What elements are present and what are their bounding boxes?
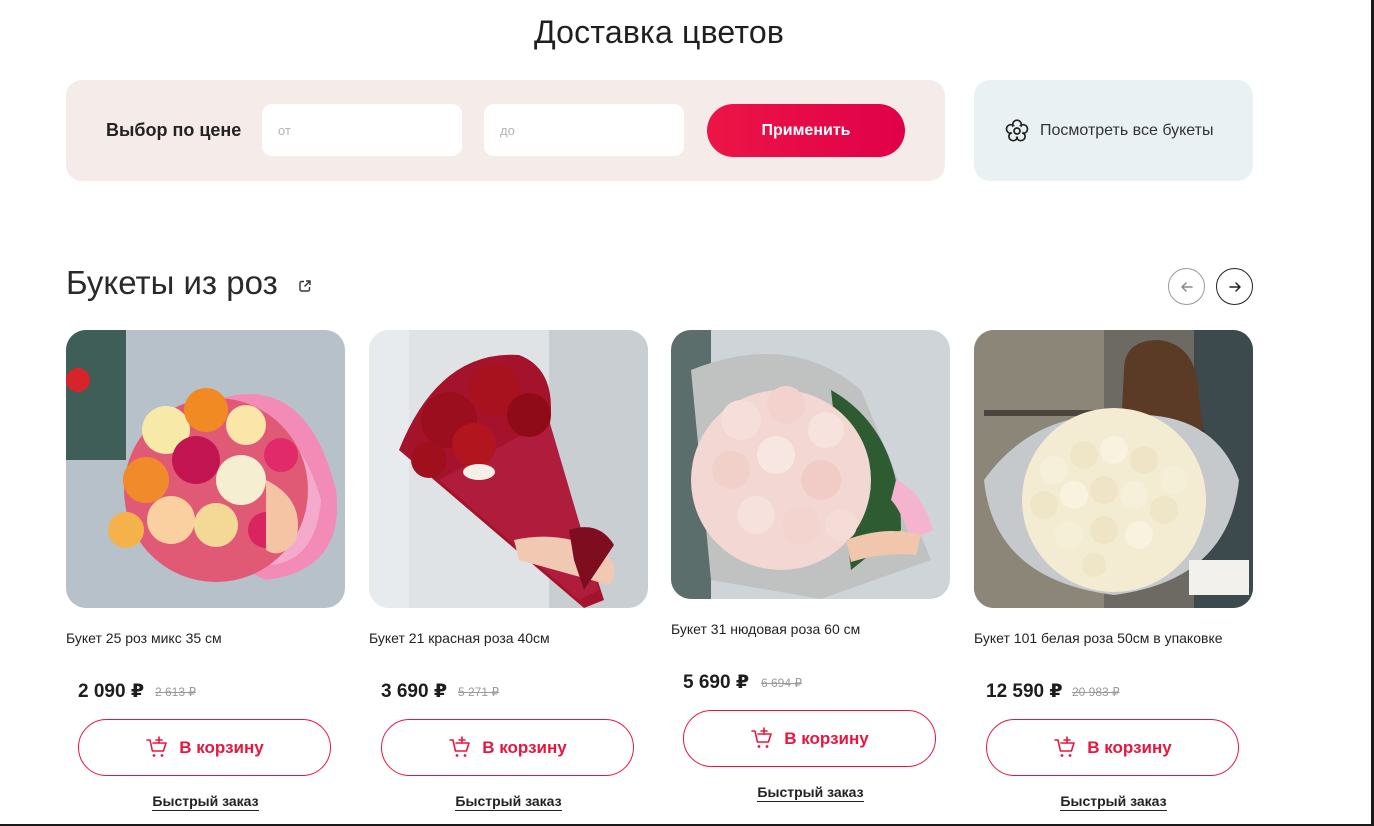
product-price: 3 690 ₽ [381,681,448,702]
quick-order-label: Быстрый заказ [757,784,864,802]
all-bouquets-label: Посмотреть все букеты [1040,121,1214,139]
add-to-cart-button[interactable]: В корзину [986,719,1239,776]
cart-add-icon [449,735,471,757]
carousel-prev-button[interactable] [1168,268,1205,305]
product-card: Букет 21 красная роза 40см 3 690 ₽ 5 271… [369,330,648,811]
quick-order-link[interactable]: Быстрый заказ [66,793,345,811]
product-name[interactable]: Букет 25 роз микс 35 см [66,630,222,646]
add-to-cart-label: В корзину [784,728,869,748]
quick-order-link[interactable]: Быстрый заказ [369,793,648,811]
quick-order-link[interactable]: Быстрый заказ [671,784,950,802]
cart-add-icon [1054,735,1076,757]
apply-price-button[interactable]: Применить [707,104,905,157]
product-name[interactable]: Букет 31 нюдовая роза 60 см [671,621,860,637]
quick-order-label: Быстрый заказ [1060,793,1167,811]
cart-add-icon [146,735,168,757]
cart-add-icon [751,726,773,748]
price-filter-panel: Выбор по цене Применить [66,80,945,181]
section-title[interactable]: Букеты из роз [66,264,278,302]
price-to-input[interactable] [484,104,684,156]
product-photo[interactable] [671,330,950,599]
add-to-cart-label: В корзину [482,737,567,757]
carousel-next-button[interactable] [1216,268,1253,305]
add-to-cart-label: В корзину [1087,737,1172,757]
add-to-cart-button[interactable]: В корзину [683,710,936,767]
price-from-input[interactable] [262,104,462,156]
arrow-right-icon [1228,281,1241,292]
product-card: Букет 31 нюдовая роза 60 см 5 690 ₽ 6 69… [671,330,950,802]
product-card: Букет 101 белая роза 50см в упаковке 12 … [974,330,1253,811]
add-to-cart-label: В корзину [179,737,264,757]
quick-order-link[interactable]: Быстрый заказ [974,793,1253,811]
product-old-price: 6 694 ₽ [761,676,802,690]
product-old-price: 20 983 ₽ [1072,685,1120,699]
price-filter-label: Выбор по цене [106,120,242,140]
external-link-icon[interactable] [298,279,312,293]
add-to-cart-button[interactable]: В корзину [381,719,634,776]
quick-order-label: Быстрый заказ [455,793,562,811]
product-old-price: 2 613 ₽ [155,685,196,699]
product-photo[interactable] [974,330,1253,608]
product-photo[interactable] [369,330,648,608]
arrow-left-icon [1180,281,1193,292]
page-title: Доставка цветов [533,14,785,50]
all-bouquets-link[interactable]: Посмотреть все букеты [974,80,1253,181]
product-card: Букет 25 роз микс 35 см 2 090 ₽ 2 613 ₽ … [66,330,345,811]
quick-order-label: Быстрый заказ [152,793,259,811]
product-price: 2 090 ₽ [78,681,145,702]
product-photo[interactable] [66,330,345,608]
product-name[interactable]: Букет 21 красная роза 40см [369,630,550,646]
product-price: 5 690 ₽ [683,672,750,693]
add-to-cart-button[interactable]: В корзину [78,719,331,776]
product-price: 12 590 ₽ [986,681,1063,702]
product-name[interactable]: Букет 101 белая роза 50см в упаковке [974,630,1223,646]
product-old-price: 5 271 ₽ [458,685,499,699]
flower-icon [1005,118,1029,142]
